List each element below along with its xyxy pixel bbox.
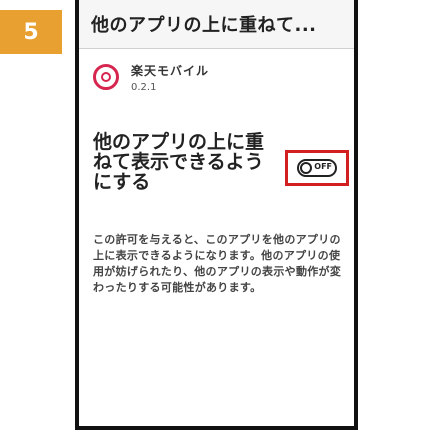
toggle-knob — [300, 162, 312, 174]
app-info-row: 楽天モバイル 0.2.1 — [93, 62, 209, 93]
app-info: 楽天モバイル 0.2.1 — [131, 62, 209, 93]
toggle-state-text: OFF — [314, 162, 332, 171]
overlay-permission-setting[interactable]: 他のアプリの上に重ねて表示できるようにする OFF — [93, 131, 349, 212]
permission-description: この許可を与えると、このアプリを他のアプリの上に表示できるようになります。他のア… — [93, 233, 342, 294]
step-number-badge: 5 — [0, 10, 62, 54]
overlay-permission-toggle[interactable]: OFF — [297, 159, 337, 177]
app-name: 楽天モバイル — [131, 64, 210, 78]
toggle-highlight: OFF — [285, 150, 349, 186]
phone-screen: 他のアプリの上に重ねて... 楽天モバイル 0.2.1 他のアプリの上に重ねて表… — [75, 0, 358, 430]
overlay-permission-label: 他のアプリの上に重ねて表示できるようにする — [93, 131, 265, 193]
app-logo-icon — [93, 64, 119, 90]
page-title: 他のアプリの上に重ねて... — [91, 15, 317, 36]
title-bar: 他のアプリの上に重ねて... — [79, 0, 354, 49]
app-version: 0.2.1 — [131, 82, 157, 93]
